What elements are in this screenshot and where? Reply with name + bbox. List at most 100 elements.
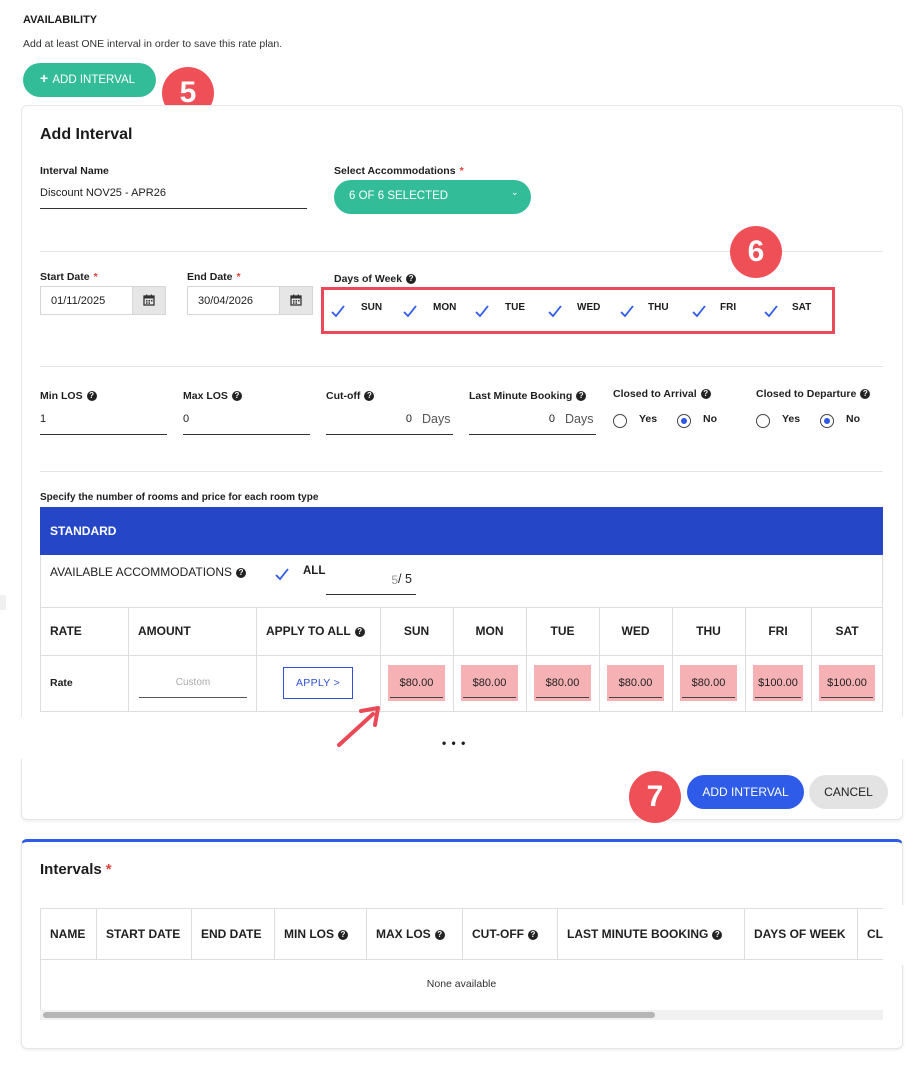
- availability-note: Add at least ONE interval in order to sa…: [23, 38, 283, 50]
- intervals-scrollbar-thumb[interactable]: [43, 1012, 655, 1018]
- closed-departure-label: Closed to Departure?: [756, 388, 871, 400]
- accommodations-count-underline: [326, 594, 416, 595]
- help-icon: ?: [338, 930, 348, 940]
- accommodations-total: / 5: [398, 572, 412, 586]
- calendar-icon: [143, 294, 155, 306]
- closed-arrival-yes-label: Yes: [639, 413, 658, 425]
- accommodations-dropdown[interactable]: 6 OF 6 SELECTED ⌄: [334, 180, 531, 214]
- calendar-icon: [290, 294, 302, 306]
- cancel-button[interactable]: CANCEL: [809, 775, 888, 809]
- add-interval-top-button[interactable]: + ADD INTERVAL: [23, 63, 156, 97]
- rate-header-thu: THU: [696, 624, 721, 638]
- accommodations-label: Select Accommodations *: [334, 165, 464, 177]
- interval-name-input[interactable]: Discount NOV25 - APR26: [40, 187, 166, 199]
- add-interval-submit-button[interactable]: ADD INTERVAL: [687, 775, 804, 809]
- start-date-calendar-button[interactable]: [132, 286, 166, 315]
- day-label-mon: MON: [433, 302, 457, 313]
- amount-input[interactable]: Custom: [139, 677, 247, 688]
- intervals-col-divider: [744, 909, 745, 959]
- min-los-input[interactable]: 1: [40, 413, 46, 425]
- arrow-annotation-icon: [337, 706, 380, 747]
- intervals-header-start-date: START DATE: [106, 927, 181, 941]
- intervals-header-max-los: MAX LOS?: [376, 927, 445, 941]
- closed-arrival-no-radio[interactable]: [677, 414, 691, 428]
- cutoff-underline: [326, 434, 453, 435]
- callout-badge-6: 6: [730, 226, 782, 278]
- day-checkbox-wed[interactable]: [547, 303, 563, 319]
- rate-header-mon: MON: [475, 624, 504, 638]
- apply-to-all-button[interactable]: APPLY >: [283, 667, 353, 699]
- help-icon: ?: [576, 391, 587, 401]
- day-checkbox-sat[interactable]: [763, 303, 779, 319]
- last-minute-unit: Days: [565, 412, 594, 426]
- start-date-input[interactable]: 01/11/2025: [40, 286, 133, 315]
- rate-header-fri: FRI: [768, 624, 788, 638]
- day-label-thu: THU: [648, 302, 669, 313]
- start-date-label: Start Date *: [40, 271, 98, 283]
- last-minute-underline: [469, 434, 596, 435]
- interval-name-label: Interval Name: [40, 165, 109, 177]
- intervals-col-divider: [462, 909, 463, 959]
- page-edge: [0, 595, 6, 610]
- help-icon: ?: [528, 930, 538, 940]
- day-checkbox-tue[interactable]: [474, 303, 490, 319]
- day-checkbox-sun[interactable]: [330, 303, 346, 319]
- rate-header-wed: WED: [621, 624, 650, 638]
- available-accommodations-label: AVAILABLE ACCOMMODATIONS?: [50, 565, 247, 579]
- intervals-header-days-of-week: DAYS OF WEEK: [754, 927, 846, 941]
- end-date-calendar-button[interactable]: [279, 286, 313, 315]
- intervals-col-divider: [191, 909, 192, 959]
- day-checkbox-mon[interactable]: [402, 303, 418, 319]
- price-sat: $100.00: [827, 677, 867, 689]
- max-los-underline: [183, 434, 310, 435]
- last-minute-input[interactable]: 0: [469, 413, 555, 425]
- room-type-header: STANDARD: [40, 507, 883, 555]
- min-los-underline: [40, 434, 167, 435]
- accommodations-count-input[interactable]: 5: [326, 573, 398, 587]
- form-title: Add Interval: [40, 126, 133, 143]
- chevron-down-icon: ⌄: [511, 187, 519, 197]
- amount-underline: [139, 697, 247, 698]
- price-mon: $80.00: [472, 677, 507, 689]
- closed-departure-no-radio[interactable]: [820, 414, 834, 428]
- intervals-col-divider: [557, 909, 558, 959]
- intervals-table-clip: [884, 905, 914, 965]
- day-checkbox-fri[interactable]: [691, 303, 707, 319]
- price-underline-sun: [390, 697, 443, 698]
- availability-heading: AVAILABILITY: [23, 14, 98, 26]
- intervals-header-name: NAME: [50, 927, 86, 941]
- intervals-title: Intervals *: [40, 861, 112, 878]
- all-accommodations-label: ALL: [303, 565, 326, 577]
- price-wed: $80.00: [618, 677, 653, 689]
- intervals-empty-message: None available: [426, 978, 497, 990]
- cutoff-input[interactable]: 0: [326, 413, 412, 425]
- interval-name-underline: [40, 208, 307, 209]
- min-los-label: Min LOS?: [40, 390, 97, 402]
- closed-arrival-yes-radio[interactable]: [613, 414, 627, 428]
- help-icon: ?: [236, 568, 247, 578]
- help-icon: ?: [86, 391, 97, 401]
- available-accommodations-row: [40, 555, 883, 607]
- plus-icon: +: [40, 70, 49, 86]
- closed-departure-yes-label: Yes: [782, 413, 801, 425]
- rate-row-label: Rate: [50, 677, 73, 689]
- price-tue: $80.00: [545, 677, 580, 689]
- section-divider: [40, 366, 883, 367]
- help-icon: ?: [434, 930, 445, 940]
- help-icon: ?: [700, 389, 711, 399]
- all-accommodations-checkbox[interactable]: [274, 566, 290, 582]
- closed-departure-no-label: No: [846, 413, 860, 425]
- end-date-input[interactable]: 30/04/2026: [187, 286, 280, 315]
- help-icon: ?: [231, 391, 242, 401]
- day-label-sun: SUN: [361, 302, 383, 313]
- rate-header-tue: TUE: [550, 624, 575, 638]
- closed-arrival-no-label: No: [703, 413, 717, 425]
- intervals-header-cut-off: CUT-OFF?: [472, 927, 538, 941]
- rate-header-rate: RATE: [50, 624, 82, 638]
- max-los-input[interactable]: 0: [183, 413, 189, 425]
- rate-table-row-divider: [40, 655, 883, 656]
- closed-departure-yes-radio[interactable]: [756, 414, 770, 428]
- rate-table-col-divider: [256, 608, 257, 712]
- day-checkbox-thu[interactable]: [619, 303, 635, 319]
- intervals-header-last-minute-booking: LAST MINUTE BOOKING?: [567, 927, 723, 941]
